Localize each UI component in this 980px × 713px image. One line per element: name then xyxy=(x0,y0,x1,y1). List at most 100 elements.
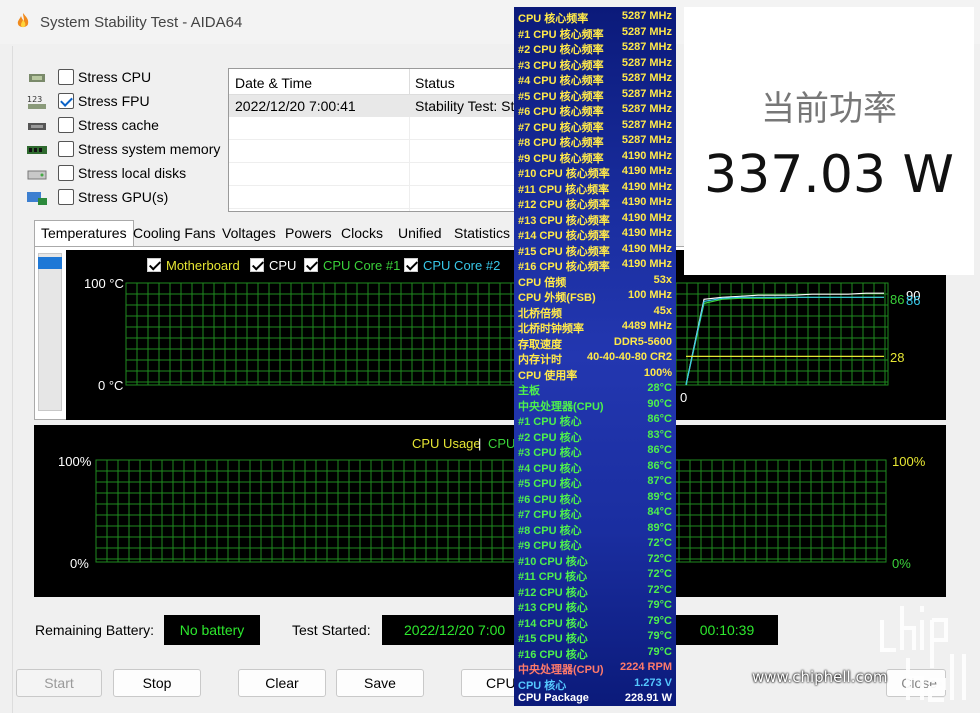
tab-powers[interactable]: Powers xyxy=(285,222,332,246)
sensor-row: #6 CPU 核心频率 5287 MHz xyxy=(514,103,676,118)
sensor-value: 100% xyxy=(643,366,672,379)
test-started-label: Test Started: xyxy=(292,622,371,638)
row-status: Stability Test: St xyxy=(415,98,515,114)
stress-option-stress-system-memory[interactable]: Stress system memory xyxy=(26,140,226,160)
sensor-label: #1 CPU 核心频率 xyxy=(518,28,604,41)
sensor-value: 4190 MHz xyxy=(621,227,672,239)
grid-line xyxy=(229,162,517,163)
sensor-value: 89°C xyxy=(647,521,672,534)
save-button[interactable]: Save xyxy=(336,669,424,697)
sensor-label: 北桥倍频 xyxy=(518,307,562,320)
sensor-value: 5287 MHz xyxy=(621,72,672,84)
grid-line xyxy=(229,208,517,209)
stress-option-stress-gpu-s[interactable]: Stress GPU(s) xyxy=(26,188,226,208)
sensor-label: #16 CPU 核心 xyxy=(518,648,588,661)
sensor-value: 4190 MHz xyxy=(621,165,672,177)
sensor-label: CPU 核心频率 xyxy=(518,13,589,25)
scrollbar-thumb[interactable] xyxy=(38,257,62,269)
stress-option-stress-local-disks[interactable]: Stress local disks xyxy=(26,164,226,184)
stress-option-label: Stress cache xyxy=(78,117,159,133)
svg-text:123: 123 xyxy=(27,95,42,104)
column-status[interactable]: Status xyxy=(415,75,455,91)
tab-statistics[interactable]: Statistics xyxy=(454,222,510,246)
sensor-row: CPU Package 228.91 W xyxy=(514,692,676,706)
clear-button[interactable]: Clear xyxy=(238,669,326,697)
stress-checkbox[interactable] xyxy=(58,69,74,85)
sensor-value: 86°C xyxy=(647,413,672,425)
sensor-value: 5287 MHz xyxy=(621,87,672,100)
legend-checkbox[interactable] xyxy=(250,258,264,272)
sensor-row: CPU 使用率 100% xyxy=(514,367,676,382)
stress-checkbox[interactable] xyxy=(58,117,74,133)
status-log-table[interactable]: Date & Time Status 2022/12/20 7:00:41 St… xyxy=(228,68,518,212)
sensor-value: 90°C xyxy=(647,397,672,410)
tab-voltages[interactable]: Voltages xyxy=(222,222,276,246)
sensor-row: #16 CPU 核心频率 4190 MHz xyxy=(514,258,676,273)
stress-checkbox[interactable] xyxy=(58,165,74,181)
sensor-row: #4 CPU 核心频率 5287 MHz xyxy=(514,72,676,87)
graph-scrollbar[interactable] xyxy=(38,253,62,411)
usage-axis-bottom-right: 0% xyxy=(892,556,911,571)
sensor-value: 5287 MHz xyxy=(621,118,672,131)
stop-button[interactable]: Stop xyxy=(113,669,201,697)
sensor-label: #15 CPU 核心频率 xyxy=(518,245,610,258)
stress-option-stress-cpu[interactable]: Stress CPU xyxy=(26,68,226,88)
sensor-row: 北桥时钟频率 4489 MHz xyxy=(514,320,676,335)
sensor-value: 4489 MHz xyxy=(621,320,672,332)
sensor-row: #9 CPU 核心 72°C xyxy=(514,537,676,552)
start-button[interactable]: Start xyxy=(16,669,102,697)
stress-option-label: Stress FPU xyxy=(78,93,150,109)
sensor-value: 28°C xyxy=(647,382,672,394)
power-card: 当前功率 337.03 W xyxy=(684,7,974,275)
sensor-label: #14 CPU 核心频率 xyxy=(518,230,610,242)
column-date-time[interactable]: Date & Time xyxy=(235,75,312,91)
sensor-row: #1 CPU 核心 86°C xyxy=(514,413,676,428)
sensor-value: 87°C xyxy=(647,475,672,487)
stress-checkbox[interactable] xyxy=(58,141,74,157)
stress-option-stress-cache[interactable]: Stress cache xyxy=(26,116,226,136)
stress-checkbox[interactable] xyxy=(58,189,74,205)
sensor-value: 5287 MHz xyxy=(621,134,672,146)
legend-label: Motherboard xyxy=(166,258,240,273)
sensor-row: #8 CPU 核心 89°C xyxy=(514,522,676,537)
usage-grid xyxy=(95,459,887,563)
column-separator xyxy=(409,117,410,211)
sensor-row: 北桥倍频 45x xyxy=(514,305,676,320)
cache-chip-icon xyxy=(26,118,48,134)
sensor-label: #2 CPU 核心 xyxy=(518,431,582,444)
legend-checkbox[interactable] xyxy=(404,258,418,272)
sensor-row: #13 CPU 核心 79°C xyxy=(514,599,676,614)
sensor-row: #3 CPU 核心 86°C xyxy=(514,444,676,459)
sensor-value: 4190 MHz xyxy=(621,258,672,270)
tab-temperatures[interactable]: Temperatures xyxy=(34,220,134,246)
sensor-value: 83°C xyxy=(647,428,672,441)
temp-axis-top-label: 100 °C xyxy=(84,276,124,291)
window-title: System Stability Test - AIDA64 xyxy=(40,14,243,31)
cpuid-button[interactable]: CPU xyxy=(461,669,517,697)
sensor-value: 5287 MHz xyxy=(621,103,672,115)
sensor-label: CPU 核心 xyxy=(518,679,567,692)
sensor-row: #7 CPU 核心 84°C xyxy=(514,506,676,521)
sensor-label: #3 CPU 核心 xyxy=(518,447,582,459)
legend-checkbox[interactable] xyxy=(147,258,161,272)
power-value: 337.03 W xyxy=(704,145,954,205)
stress-option-stress-fpu[interactable]: 123 Stress FPU xyxy=(26,92,226,112)
tab-cooling-fans[interactable]: Cooling Fans xyxy=(133,222,216,246)
sensor-row: 内存计时 40-40-40-80 CR2 xyxy=(514,351,676,366)
fpu-123-icon: 123 xyxy=(26,94,48,110)
usage-legend-separator: | xyxy=(478,436,482,451)
sensor-value: 72°C xyxy=(647,552,672,565)
sensor-value: 72°C xyxy=(647,583,672,596)
tab-clocks[interactable]: Clocks xyxy=(341,222,383,246)
table-row[interactable]: 2022/12/20 7:00:41 Stability Test: St xyxy=(229,95,517,117)
sensor-label: #4 CPU 核心频率 xyxy=(518,75,604,87)
tab-unified[interactable]: Unified xyxy=(398,222,442,246)
sensor-row: #1 CPU 核心频率 5287 MHz xyxy=(514,26,676,41)
sensor-row: #3 CPU 核心频率 5287 MHz xyxy=(514,57,676,72)
legend-checkbox[interactable] xyxy=(304,258,318,272)
sensor-label: #9 CPU 核心 xyxy=(518,540,582,552)
usage-axis-bottom-left: 0% xyxy=(70,556,89,571)
sensor-row: #11 CPU 核心频率 4190 MHz xyxy=(514,181,676,196)
sensor-label: #5 CPU 核心 xyxy=(518,478,582,490)
stress-checkbox[interactable] xyxy=(58,93,74,109)
